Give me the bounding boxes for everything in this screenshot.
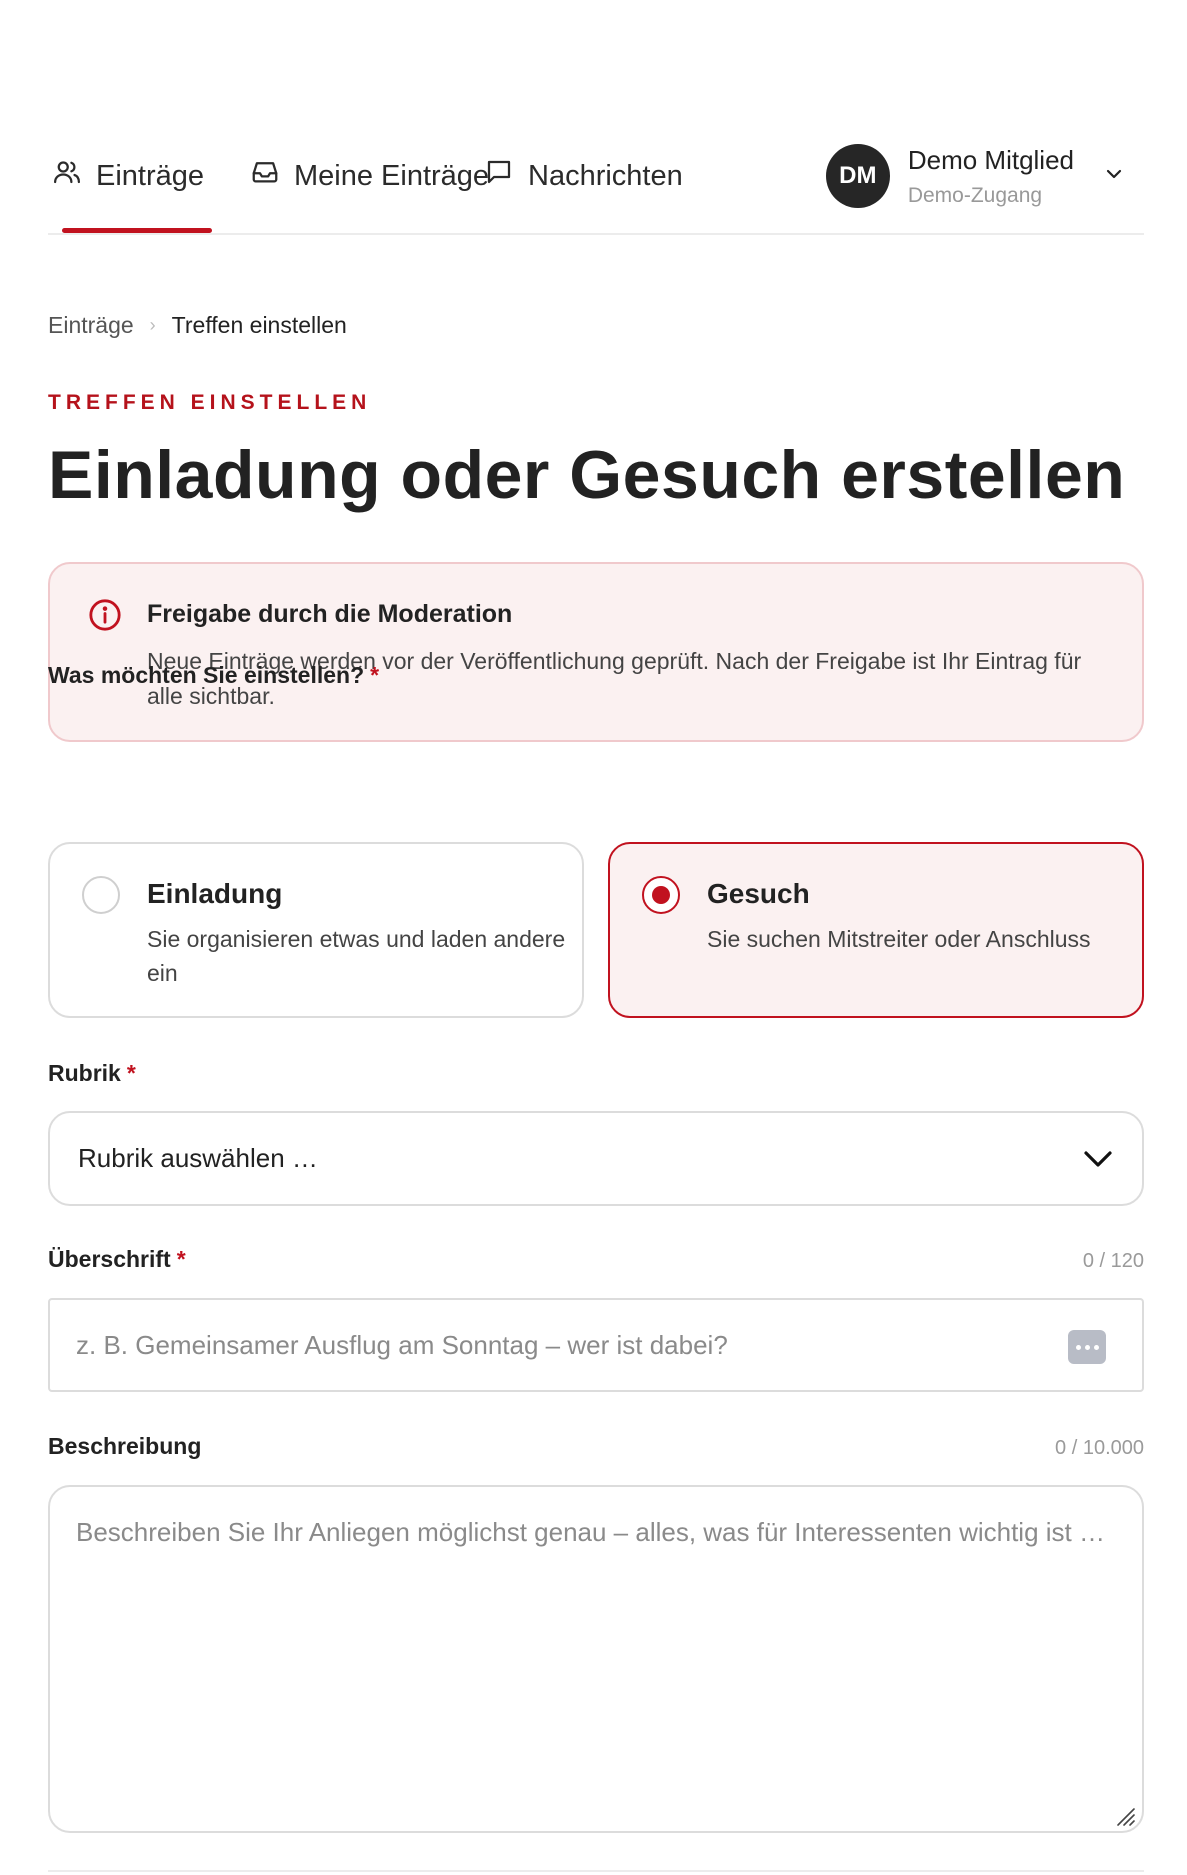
inbox-icon [250, 157, 294, 195]
tab-meine-eintraege[interactable]: Meine Einträge [250, 150, 489, 202]
top-nav: Einträge Meine Einträge Nachrichten DM D… [48, 120, 1144, 235]
page-title: Einladung oder Gesuch erstellen [48, 437, 1126, 513]
headline-char-counter: 0 / 120 [1082, 1250, 1144, 1272]
tab-label: Einträge [96, 159, 205, 192]
breadcrumb-link-eintraege[interactable]: Einträge [48, 312, 134, 339]
user-name: Demo Mitglied [907, 144, 1074, 175]
tab-eintraege[interactable]: Einträge [52, 150, 204, 202]
tab-label: Meine Einträge [294, 159, 490, 192]
radio-einladung[interactable] [82, 876, 120, 914]
tab-nachrichten[interactable]: Nachrichten [484, 150, 683, 202]
user-menu[interactable]: DM Demo Mitglied Demo-Zugang [825, 136, 1144, 216]
type-choice-label: Was möchten Sie einstellen? * [48, 662, 379, 689]
description-textarea[interactable] [76, 1511, 1116, 1811]
description-char-counter: 0 / 10.000 [1055, 1437, 1144, 1459]
type-choice-label-text: Was möchten Sie einstellen? [48, 662, 365, 688]
category-label: Rubrik * [48, 1060, 136, 1087]
description-label: Beschreibung [48, 1433, 202, 1459]
required-mark: * [126, 1060, 136, 1086]
page-eyebrow: TREFFEN EINSTELLEN [48, 391, 372, 414]
headline-input[interactable] [76, 1300, 1036, 1390]
description-field [48, 1485, 1144, 1833]
divider [48, 1870, 1144, 1872]
headline-field [48, 1298, 1144, 1392]
user-info: Demo Mitglied Demo-Zugang [908, 145, 1074, 208]
category-label-text: Rubrik [48, 1060, 121, 1086]
moderation-notice: Freigabe durch die Moderation Neue Eintr… [48, 562, 1144, 742]
info-icon [88, 598, 122, 632]
option-title: Einladung [147, 878, 283, 909]
option-card-einladung[interactable]: Einladung Sie organisieren etwas und lad… [48, 842, 584, 1018]
option-description: Sie organisieren etwas und laden andere … [147, 926, 566, 986]
resize-handle-icon[interactable] [1112, 1803, 1136, 1827]
category-select-value: Rubrik auswählen … [78, 1143, 318, 1173]
notice-title: Freigabe durch die Moderation [147, 600, 513, 628]
chevron-down-icon [1102, 162, 1144, 191]
users-icon [52, 157, 96, 195]
more-dots-icon[interactable] [1068, 1330, 1106, 1364]
required-mark: * [176, 1246, 186, 1272]
message-icon [484, 157, 528, 195]
user-subtitle: Demo-Zugang [907, 183, 1043, 207]
breadcrumb-separator: › [149, 315, 156, 335]
option-card-gesuch[interactable]: Gesuch Sie suchen Mitstreiter oder Ansch… [608, 842, 1144, 1018]
breadcrumb-current: Treffen einstellen [171, 312, 347, 338]
headline-label: Überschrift * [48, 1246, 186, 1273]
required-mark: * [370, 662, 380, 688]
tab-label: Nachrichten [528, 159, 683, 192]
headline-label-text: Überschrift [48, 1246, 171, 1272]
active-tab-indicator [62, 228, 212, 233]
page: Einträge Meine Einträge Nachrichten DM D… [0, 0, 1187, 1875]
category-select[interactable]: Rubrik auswählen … [48, 1111, 1144, 1206]
radio-gesuch[interactable] [642, 876, 680, 914]
breadcrumb: Einträge › Treffen einstellen [48, 312, 347, 339]
option-title: Gesuch [707, 878, 810, 909]
option-description: Sie suchen Mitstreiter oder Anschluss [707, 926, 1091, 952]
avatar: DM [825, 144, 890, 208]
